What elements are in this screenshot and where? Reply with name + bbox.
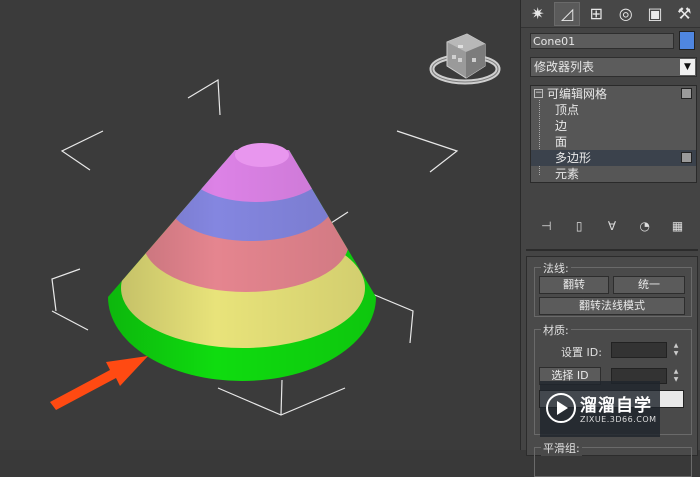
hierarchy-icon[interactable]: ⊞ [584,2,609,26]
annotation-arrow-icon [50,356,148,410]
create-icon[interactable]: ✷ [525,2,550,26]
stack-item-face[interactable]: 面 [531,134,696,150]
set-id-spinner[interactable] [611,342,667,358]
cone-object[interactable] [100,130,390,390]
viewcube-icon[interactable] [429,33,501,85]
stack-item-polygon[interactable]: 多边形 [531,150,696,166]
stack-toolbar: ⊣ ▯ ∀ ◔ ▦ [521,213,700,239]
smoothing-group-title: 平滑组: [541,440,582,456]
stack-item-label: 元素 [555,167,580,181]
modifier-stack[interactable]: − 可编辑网格 顶点 边 面 多边形 元素 [530,85,697,183]
stack-item-toggle[interactable] [681,88,692,99]
smoothing-group: 平滑组: [534,440,692,477]
watermark-name: 溜溜自学 [580,396,652,416]
normals-group-title: 法线: [541,260,571,276]
stack-item-toggle[interactable] [681,152,692,163]
collapse-icon[interactable]: − [534,89,543,98]
flip-button[interactable]: 翻转 [539,276,609,294]
viewport-canvas [50,33,501,416]
watermark-url: ZIXUE.3D66.COM [580,415,657,424]
spinner-arrows-icon[interactable]: ▲ ▼ [671,342,681,358]
panel-divider [526,249,698,251]
show-end-result-icon[interactable]: ▯ [570,217,589,235]
material-group-title: 材质: [541,322,571,338]
stack-item-label: 边 [555,119,568,133]
stack-item-label: 顶点 [555,103,580,117]
utilities-icon[interactable]: ⚒ [672,2,697,26]
spinner-arrows-icon[interactable]: ▲ ▼ [671,368,681,384]
command-panel-tabs: ✷ ◿ ⊞ ◎ ▣ ⚒ [521,0,700,28]
play-logo-icon [546,393,576,423]
motion-icon[interactable]: ◎ [613,2,638,26]
normals-group: 法线: 翻转 统一 翻转法线模式 [534,260,692,317]
set-id-label: 设置 ID: [561,346,602,359]
chevron-down-icon[interactable]: ▼ [680,59,695,75]
object-color-swatch[interactable] [679,31,695,50]
stack-item-vertex[interactable]: 顶点 [531,102,696,118]
object-name-field[interactable]: Cone01 [530,33,674,49]
stack-item-label: 多边形 [555,151,592,165]
stack-item-label: 面 [555,135,568,149]
stack-item-editable-mesh[interactable]: − 可编辑网格 [531,86,696,102]
modifier-list-dropdown[interactable]: 修改器列表 ▼ [530,57,697,77]
configure-sets-icon[interactable]: ▦ [668,217,687,235]
flip-normal-mode-button[interactable]: 翻转法线模式 [539,297,685,315]
pin-stack-icon[interactable]: ⊣ [537,217,556,235]
display-icon[interactable]: ▣ [642,2,667,26]
modify-icon[interactable]: ◿ [554,1,580,26]
make-unique-icon[interactable]: ∀ [603,217,622,235]
unify-button[interactable]: 统一 [613,276,685,294]
perspective-viewport[interactable] [0,0,520,450]
stack-item-edge[interactable]: 边 [531,118,696,134]
watermark: 溜溜自学 ZIXUE.3D66.COM [540,381,660,437]
remove-modifier-icon[interactable]: ◔ [635,217,654,235]
modifier-list-label: 修改器列表 [534,60,595,74]
stack-root-label: 可编辑网格 [547,87,608,101]
cone-top-cap [235,143,289,167]
stack-item-element[interactable]: 元素 [531,166,696,182]
